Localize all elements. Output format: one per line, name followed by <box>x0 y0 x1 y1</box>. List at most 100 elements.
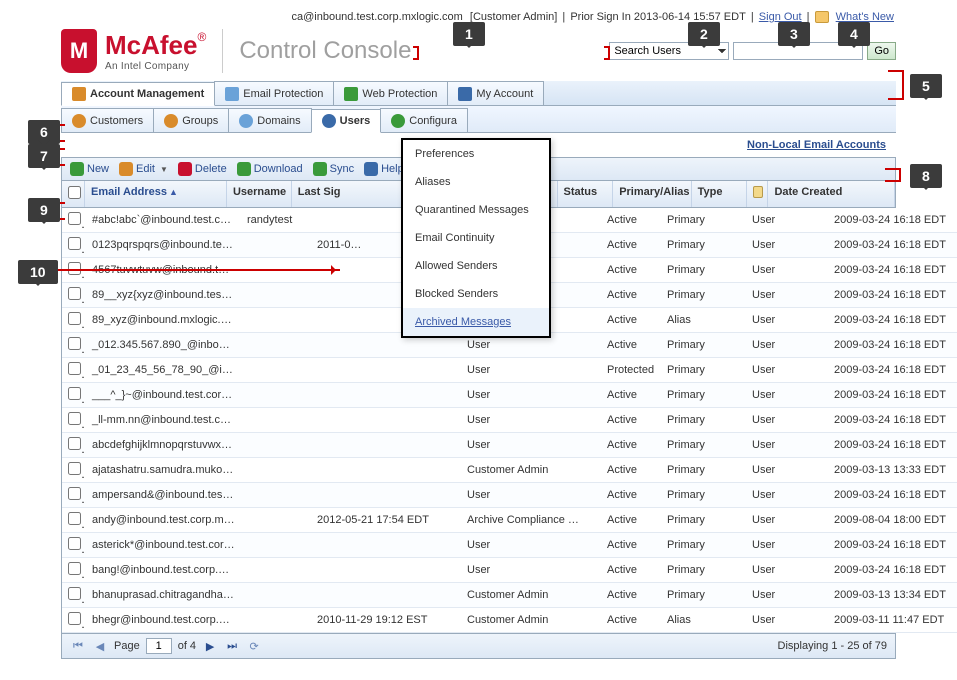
row-checkbox[interactable] <box>68 212 81 225</box>
row-checkbox[interactable] <box>68 462 81 475</box>
go-button[interactable]: Go <box>867 42 896 60</box>
menu-item-quarantined-messages[interactable]: Quarantined Messages <box>403 196 549 224</box>
table-row[interactable]: bang!@inbound.test.corp.mxlogic…UserActi… <box>62 558 957 583</box>
menu-item-blocked-senders[interactable]: Blocked Senders <box>403 280 549 308</box>
toolbar-delete-button[interactable]: Delete <box>178 162 227 176</box>
row-checkbox[interactable] <box>68 562 81 575</box>
col-primary-alias[interactable]: Primary/Alias <box>613 181 691 207</box>
page-title: Control Console <box>239 37 609 65</box>
cell-role: Customer Admin <box>461 585 601 605</box>
cell-datecreated: 2009-03-24 16:18 EDT <box>828 310 957 330</box>
menu-item-preferences[interactable]: Preferences <box>403 140 549 168</box>
cell-status: Active <box>601 260 661 280</box>
cell-role: User <box>461 360 601 380</box>
cell-datecreated: 2009-03-24 16:18 EDT <box>828 335 957 355</box>
row-checkbox[interactable] <box>68 287 81 300</box>
subtab-users[interactable]: Users <box>311 109 382 133</box>
row-checkbox[interactable] <box>68 337 81 350</box>
cell-type: User <box>746 385 806 405</box>
subtab-configura[interactable]: Configura <box>380 108 468 132</box>
row-checkbox[interactable] <box>68 587 81 600</box>
col-datecreated[interactable]: Date Created <box>768 181 895 207</box>
cell-username <box>241 316 311 324</box>
row-checkbox[interactable] <box>68 387 81 400</box>
col-email[interactable]: Email Address▲ <box>85 181 227 207</box>
cell-lock <box>806 441 828 449</box>
row-checkbox[interactable] <box>68 237 81 250</box>
pager-page-input[interactable] <box>146 638 172 654</box>
pager-refresh[interactable]: ⟳ <box>246 638 262 654</box>
table-row[interactable]: bhegr@inbound.test.corp.mxlogic…2010-11-… <box>62 608 957 633</box>
cell-status: Active <box>601 435 661 455</box>
row-checkbox[interactable] <box>68 312 81 325</box>
row-checkbox[interactable] <box>68 412 81 425</box>
cell-lock <box>806 366 828 374</box>
menu-item-email-continuity[interactable]: Email Continuity <box>403 224 549 252</box>
cell-email: #abc!abc`@inbound.test.corp.m… <box>86 210 241 230</box>
tab-my-account[interactable]: My Account <box>447 81 544 105</box>
cell-datecreated: 2009-03-13 13:33 EDT <box>828 460 957 480</box>
toolbar-download-button[interactable]: Download <box>237 162 303 176</box>
nonlocal-link[interactable]: Non-Local Email Accounts <box>747 139 886 151</box>
annotation-callout-5: 5 <box>910 74 942 98</box>
subtab-customers[interactable]: Customers <box>61 108 154 132</box>
col-lock[interactable] <box>747 181 768 207</box>
table-row[interactable]: ampersand&@inbound.test.corp.…UserActive… <box>62 483 957 508</box>
table-row[interactable]: asterick*@inbound.test.corp.mxl…UserActi… <box>62 533 957 558</box>
table-row[interactable]: abcdefghijklmnopqrstuvwxyz@inb…UserActiv… <box>62 433 957 458</box>
toolbar-new-button[interactable]: New <box>70 162 109 176</box>
cell-lastsignin <box>311 491 461 499</box>
row-checkbox[interactable] <box>68 512 81 525</box>
col-type[interactable]: Type <box>692 181 748 207</box>
col-status[interactable]: Status <box>558 181 614 207</box>
cell-primary-alias: Primary <box>661 485 746 505</box>
cell-role: User <box>461 435 601 455</box>
brand-tm: ® <box>197 30 206 44</box>
pager-first[interactable]: ⏮ <box>70 638 86 654</box>
row-checkbox[interactable] <box>68 487 81 500</box>
subtab-groups[interactable]: Groups <box>153 108 229 132</box>
cell-datecreated: 2009-03-24 16:18 EDT <box>828 560 957 580</box>
table-row[interactable]: _ll-mm.nn@inbound.test.corp.mxl…UserActi… <box>62 408 957 433</box>
table-row[interactable]: ajatashatru.samudra.mukopadhy…Customer A… <box>62 458 957 483</box>
cell-status: Active <box>601 510 661 530</box>
pager-of-label: of 4 <box>178 640 196 652</box>
cell-primary-alias: Primary <box>661 335 746 355</box>
toolbar-help-button[interactable]: Help <box>364 162 404 176</box>
subtab-domains[interactable]: Domains <box>228 108 311 132</box>
pager-display: Displaying 1 - 25 of 79 <box>778 640 887 652</box>
cell-username <box>241 516 311 524</box>
tab-email-protection[interactable]: Email Protection <box>214 81 334 105</box>
cell-role: Archive Compliance … <box>461 510 601 530</box>
toolbar-sync-button[interactable]: Sync <box>313 162 354 176</box>
cell-lock <box>806 266 828 274</box>
pager-prev[interactable]: ◀ <box>92 638 108 654</box>
pager-last[interactable]: ⏭ <box>224 638 240 654</box>
tab-web-protection[interactable]: Web Protection <box>333 81 448 105</box>
row-checkbox[interactable] <box>68 537 81 550</box>
table-row[interactable]: bhanuprasad.chitragandha.venka… Customer … <box>62 583 957 608</box>
menu-item-aliases[interactable]: Aliases <box>403 168 549 196</box>
row-checkbox[interactable] <box>68 612 81 625</box>
table-row[interactable]: ___^_}~@inbound.test.corp.…UserActivePri… <box>62 383 957 408</box>
row-checkbox[interactable] <box>68 437 81 450</box>
cell-role: User <box>461 560 601 580</box>
select-all-checkbox[interactable] <box>68 186 81 199</box>
table-row[interactable]: _01_23_45_56_78_90_@inbound…UserProtecte… <box>62 358 957 383</box>
toolbar-edit-button[interactable]: Edit▼ <box>119 162 168 176</box>
menu-item-allowed-senders[interactable]: Allowed Senders <box>403 252 549 280</box>
subtab-icon <box>72 114 86 128</box>
col-username[interactable]: Username <box>227 181 292 207</box>
pager-next[interactable]: ▶ <box>202 638 218 654</box>
cell-status: Active <box>601 535 661 555</box>
cell-type: User <box>746 485 806 505</box>
cell-type: User <box>746 510 806 530</box>
tab-account-management[interactable]: Account Management <box>61 82 215 106</box>
cell-email: bhanuprasad.chitragandha.venka… <box>86 585 241 605</box>
cell-primary-alias: Primary <box>661 410 746 430</box>
row-checkbox[interactable] <box>68 362 81 375</box>
table-row[interactable]: andy@inbound.test.corp.mxlogic…2012-05-2… <box>62 508 957 533</box>
subtab-icon <box>164 114 178 128</box>
menu-item-archived-messages[interactable]: Archived Messages <box>403 308 549 336</box>
cell-datecreated: 2009-03-24 16:18 EDT <box>828 385 957 405</box>
